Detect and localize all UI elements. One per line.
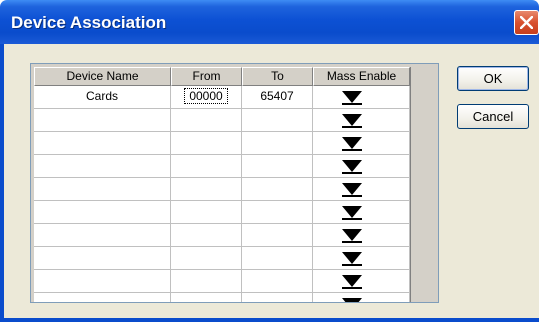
cell-device-name[interactable]: Cards: [34, 86, 171, 109]
cell-mass-enable[interactable]: [313, 178, 410, 201]
dropdown-arrow-base: [342, 241, 362, 243]
cell-to[interactable]: 65407: [242, 86, 313, 109]
dropdown-arrow-icon[interactable]: [342, 91, 362, 103]
dropdown-arrow-icon[interactable]: [342, 206, 362, 218]
table-row[interactable]: [34, 132, 410, 155]
table-row[interactable]: [34, 178, 410, 201]
dropdown-arrow-icon[interactable]: [342, 114, 362, 126]
grid-empty-area: [410, 67, 438, 302]
cell-device-name[interactable]: [34, 270, 171, 293]
dropdown-arrow-base: [342, 195, 362, 197]
cell-device-name[interactable]: [34, 224, 171, 247]
cell-mass-enable[interactable]: [313, 270, 410, 293]
cell-to[interactable]: [242, 132, 313, 155]
cell-device-name[interactable]: [34, 132, 171, 155]
dropdown-arrow-icon[interactable]: [342, 229, 362, 241]
cell-device-name[interactable]: [34, 201, 171, 224]
cell-mass-enable[interactable]: [313, 247, 410, 270]
cell-device-name[interactable]: [34, 247, 171, 270]
column-header-to[interactable]: To: [242, 67, 313, 86]
column-header-mass-enable[interactable]: Mass Enable: [313, 67, 410, 86]
close-icon: [520, 16, 533, 29]
table-row[interactable]: [34, 109, 410, 132]
cell-from[interactable]: [171, 178, 242, 201]
dropdown-arrow-icon[interactable]: [342, 183, 362, 195]
cell-from[interactable]: [171, 155, 242, 178]
device-association-dialog: Device Association Device Name From To M…: [0, 0, 539, 322]
dropdown-arrow-icon[interactable]: [342, 298, 362, 302]
window-frame-bottom: [0, 318, 539, 322]
table-row[interactable]: [34, 247, 410, 270]
dropdown-arrow-icon[interactable]: [342, 160, 362, 172]
dropdown-arrow-icon[interactable]: [342, 275, 362, 287]
cell-device-name[interactable]: [34, 178, 171, 201]
cell-device-name[interactable]: [34, 109, 171, 132]
cell-device-name[interactable]: [34, 293, 171, 302]
cell-to[interactable]: [242, 293, 313, 302]
table-row[interactable]: [34, 201, 410, 224]
table-row[interactable]: Cards 00000 65407: [34, 86, 410, 109]
dropdown-arrow-base: [342, 172, 362, 174]
cell-from[interactable]: [171, 293, 242, 302]
close-button[interactable]: [514, 10, 539, 35]
cell-mass-enable[interactable]: [313, 201, 410, 224]
cell-from-value: 00000: [184, 88, 228, 104]
dropdown-arrow-base: [342, 264, 362, 266]
dropdown-arrow-base: [342, 126, 362, 128]
grid-body: Device Name From To Mass Enable Cards 000…: [34, 67, 438, 302]
table-row[interactable]: [34, 155, 410, 178]
window-title: Device Association: [11, 13, 167, 32]
dropdown-arrow-icon[interactable]: [342, 137, 362, 149]
cell-mass-enable[interactable]: [313, 86, 410, 109]
cell-to[interactable]: [242, 155, 313, 178]
column-header-device-name[interactable]: Device Name: [34, 67, 171, 86]
dropdown-arrow-base: [342, 149, 362, 151]
cell-from[interactable]: [171, 247, 242, 270]
cell-mass-enable[interactable]: [313, 155, 410, 178]
cell-to[interactable]: [242, 178, 313, 201]
table-row[interactable]: [34, 224, 410, 247]
cell-from[interactable]: [171, 224, 242, 247]
cell-to[interactable]: [242, 270, 313, 293]
table-row[interactable]: [34, 270, 410, 293]
cell-from[interactable]: [171, 132, 242, 155]
cell-device-name-value: Cards: [85, 89, 118, 103]
cell-to[interactable]: [242, 201, 313, 224]
device-grid[interactable]: Device Name From To Mass Enable Cards 000…: [30, 63, 439, 303]
dropdown-arrow-base: [342, 287, 362, 289]
cell-to-value: 65407: [260, 89, 294, 103]
ok-button[interactable]: OK: [457, 66, 529, 91]
column-header-from[interactable]: From: [171, 67, 242, 86]
cell-from[interactable]: [171, 270, 242, 293]
cell-to[interactable]: [242, 247, 313, 270]
title-bar[interactable]: Device Association: [0, 0, 539, 44]
dropdown-arrow-base: [342, 218, 362, 220]
cell-mass-enable[interactable]: [313, 132, 410, 155]
cell-to[interactable]: [242, 109, 313, 132]
cell-mass-enable[interactable]: [313, 293, 410, 302]
table-row[interactable]: [34, 293, 410, 302]
cell-to[interactable]: [242, 224, 313, 247]
cell-from[interactable]: [171, 201, 242, 224]
cancel-button[interactable]: Cancel: [457, 104, 529, 129]
cell-from[interactable]: 00000: [171, 86, 242, 109]
dropdown-arrow-icon[interactable]: [342, 252, 362, 264]
cell-mass-enable[interactable]: [313, 224, 410, 247]
cell-from[interactable]: [171, 109, 242, 132]
cell-mass-enable[interactable]: [313, 109, 410, 132]
dropdown-arrow-base: [342, 103, 362, 105]
cell-device-name[interactable]: [34, 155, 171, 178]
